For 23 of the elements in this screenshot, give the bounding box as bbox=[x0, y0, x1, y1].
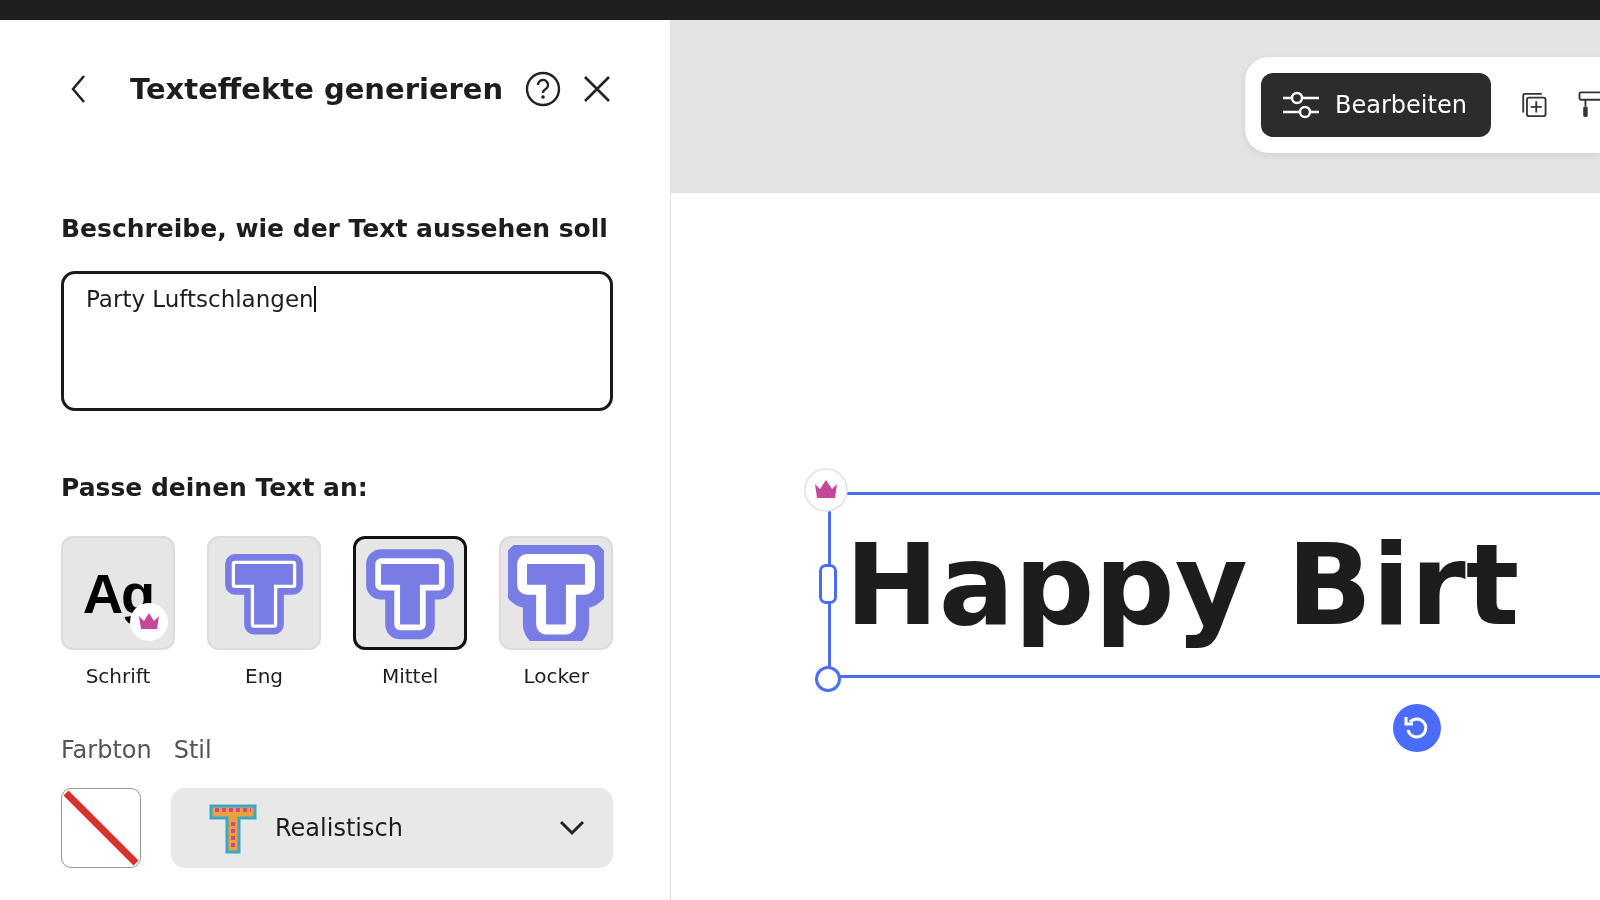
letter-t-icon bbox=[508, 545, 605, 641]
chevron-down-icon bbox=[559, 820, 586, 836]
prompt-field[interactable]: Party Luftschlangen bbox=[61, 271, 614, 411]
edit-button[interactable]: Bearbeiten bbox=[1261, 73, 1491, 137]
color-label: Farbton bbox=[61, 736, 152, 764]
close-icon[interactable] bbox=[583, 75, 612, 103]
canvas-text[interactable]: Happy Birt bbox=[845, 515, 1520, 655]
prompt-label: Beschreibe, wie der Text aussehen soll bbox=[61, 214, 609, 243]
shape-option[interactable] bbox=[353, 536, 468, 650]
shape-label: Eng bbox=[245, 664, 284, 688]
shape-label: Mittel bbox=[381, 664, 439, 688]
sliders-icon bbox=[1281, 90, 1321, 120]
shape-label: Locker bbox=[523, 664, 589, 688]
adjust-label: Passe deinen Text an: bbox=[61, 473, 369, 502]
panel-title: Texteffekte generieren bbox=[130, 72, 504, 106]
shape-label: Schrift bbox=[85, 664, 151, 688]
rotate-button[interactable] bbox=[1393, 704, 1441, 752]
style-label: Stil bbox=[173, 736, 212, 764]
resize-handle[interactable] bbox=[815, 666, 841, 692]
resize-handle[interactable] bbox=[819, 564, 837, 604]
help-icon[interactable] bbox=[525, 71, 562, 107]
style-dropdown[interactable]: Realistisch bbox=[171, 788, 614, 868]
color-swatch[interactable] bbox=[61, 788, 141, 868]
